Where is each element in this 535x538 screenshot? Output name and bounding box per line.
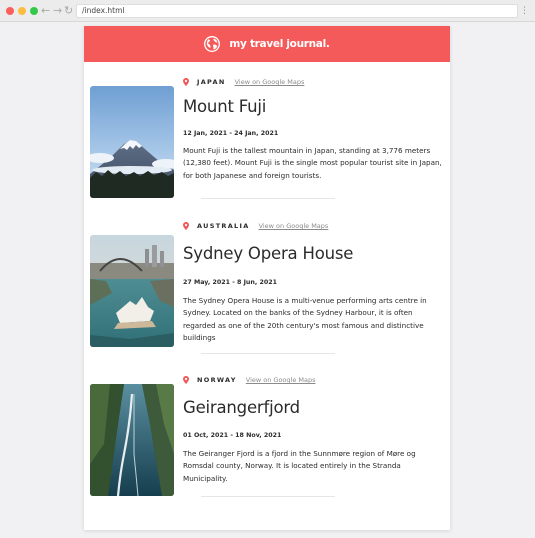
- entry-description: The Sydney Opera House is a multi-venue …: [183, 296, 427, 342]
- google-maps-link[interactable]: View on Google Maps: [246, 376, 316, 384]
- journal-entry: Australia View on Google Maps Sydney Ope…: [84, 220, 450, 360]
- browser-toolbar: ← → ↻ /index.html ⋮: [0, 0, 535, 22]
- reload-icon[interactable]: ↻: [64, 4, 73, 18]
- brand-title: my travel journal.: [229, 38, 330, 50]
- entry-dates: 01 Oct, 2021 - 18 Nov, 2021: [183, 432, 282, 439]
- entry-description: Mount Fuji is the tallest mountain in Ja…: [183, 146, 442, 180]
- entry-title: Geirangerfjord: [183, 398, 300, 417]
- entry-photo: [90, 86, 174, 198]
- location-row: Japan View on Google Maps: [183, 76, 445, 88]
- location-pin-icon: [183, 78, 189, 86]
- entry-divider: [201, 353, 335, 354]
- location-row: Australia View on Google Maps: [183, 220, 445, 232]
- maximize-window-button[interactable]: [30, 7, 38, 15]
- journal-entry: Japan View on Google Maps Mount Fuji 12 …: [84, 76, 450, 216]
- arrow-right-icon[interactable]: →: [53, 4, 62, 18]
- journal-entry: Norway View on Google Maps Geirangerfjor…: [84, 374, 450, 514]
- location-pin-icon: [183, 222, 189, 230]
- entry-dates: 27 May, 2021 - 8 Jun, 2021: [183, 279, 277, 286]
- travel-journal-page: my travel journal. JAPAN View on Google …: [84, 26, 450, 530]
- arrow-left-icon[interactable]: ←: [41, 4, 50, 18]
- location-row: Norway View on Google Maps: [183, 374, 445, 386]
- location-pin-icon: [183, 376, 189, 384]
- app-header: my travel journal.: [84, 26, 450, 62]
- entry-content: Japan View on Google Maps Mount Fuji 12 …: [183, 76, 445, 182]
- entry-content: Australia View on Google Maps Sydney Ope…: [183, 220, 445, 344]
- entry-country: Australia: [197, 222, 250, 230]
- entry-divider: [201, 496, 335, 497]
- entry-title: Mount Fuji: [183, 97, 267, 116]
- entry-country: Norway: [197, 376, 237, 384]
- entry-photo: [90, 235, 174, 347]
- entry-photo: [90, 384, 174, 496]
- globe-icon: [204, 36, 221, 52]
- entry-divider: [201, 198, 335, 199]
- entry-dates: 12 Jan, 2021 - 24 Jan, 2021: [183, 130, 279, 137]
- google-maps-link[interactable]: View on Google Maps: [235, 78, 305, 86]
- entry-content: Norway View on Google Maps Geirangerfjor…: [183, 374, 445, 485]
- entry-country: Japan: [197, 78, 226, 86]
- address-bar[interactable]: /index.html: [76, 4, 518, 18]
- google-maps-link[interactable]: View on Google Maps: [259, 222, 329, 230]
- minimize-window-button[interactable]: [18, 7, 26, 15]
- entry-title: Sydney Opera House: [183, 244, 354, 263]
- close-window-button[interactable]: [6, 7, 14, 15]
- kebab-menu-icon[interactable]: ⋮: [520, 4, 529, 18]
- entry-description: The Geiranger Fjord is a fjord in the Su…: [183, 449, 416, 483]
